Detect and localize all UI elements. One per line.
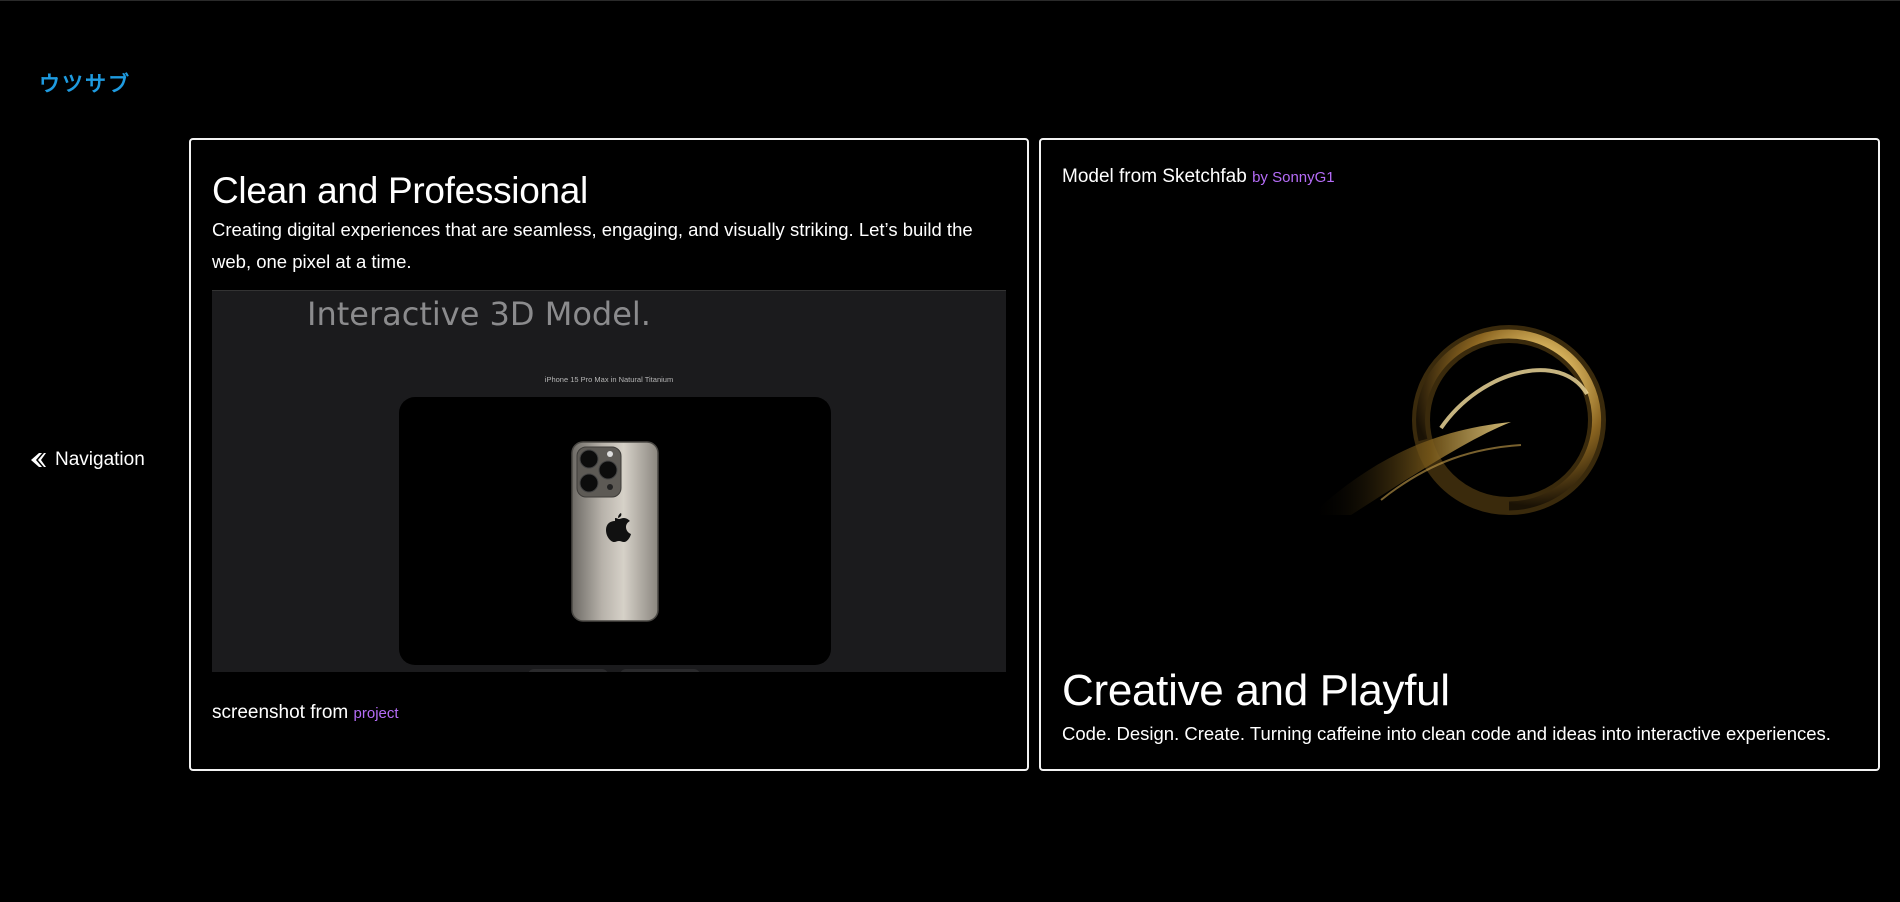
screenshot-caption: iPhone 15 Pro Max in Natural Titanium [544, 375, 674, 384]
viewer-control[interactable] [620, 669, 700, 672]
card-description: Creating digital experiences that are se… [212, 219, 973, 272]
navigation-toggle-label: Navigation [55, 449, 145, 470]
top-divider [0, 0, 1900, 1]
phone-render-icon [571, 441, 659, 622]
card-title: Clean and Professional [212, 170, 588, 211]
viewer-control[interactable] [528, 669, 608, 672]
model-credit: Model from Sketchfab by SonnyG1 [1062, 166, 1335, 188]
card-clean-professional: Clean and Professional Creating digital … [189, 138, 1029, 771]
sketchfab-author-link[interactable]: by SonnyG1 [1252, 169, 1335, 186]
card-description: Code. Design. Create. Turning caffeine i… [1062, 723, 1831, 744]
screenshot-credit: screenshot from project [212, 702, 399, 724]
card-title: Creative and Playful [1062, 666, 1450, 715]
3d-gold-ring-model[interactable] [1311, 310, 1611, 530]
screenshot-heading: Interactive 3D Model. [307, 295, 651, 333]
chevron-left-icon [31, 453, 46, 467]
model-viewer [399, 397, 831, 665]
credit-prefix: screenshot from [212, 702, 349, 723]
brand-logo[interactable]: ウツサブ [39, 68, 131, 98]
project-link[interactable]: project [354, 705, 399, 722]
navigation-toggle[interactable]: Navigation [29, 449, 145, 471]
credit-prefix: Model from Sketchfab [1062, 166, 1247, 187]
card-creative-playful: Model from Sketchfab by SonnyG1 Creative… [1039, 138, 1880, 771]
project-screenshot: Interactive 3D Model. iPhone 15 Pro Max … [212, 290, 1006, 672]
